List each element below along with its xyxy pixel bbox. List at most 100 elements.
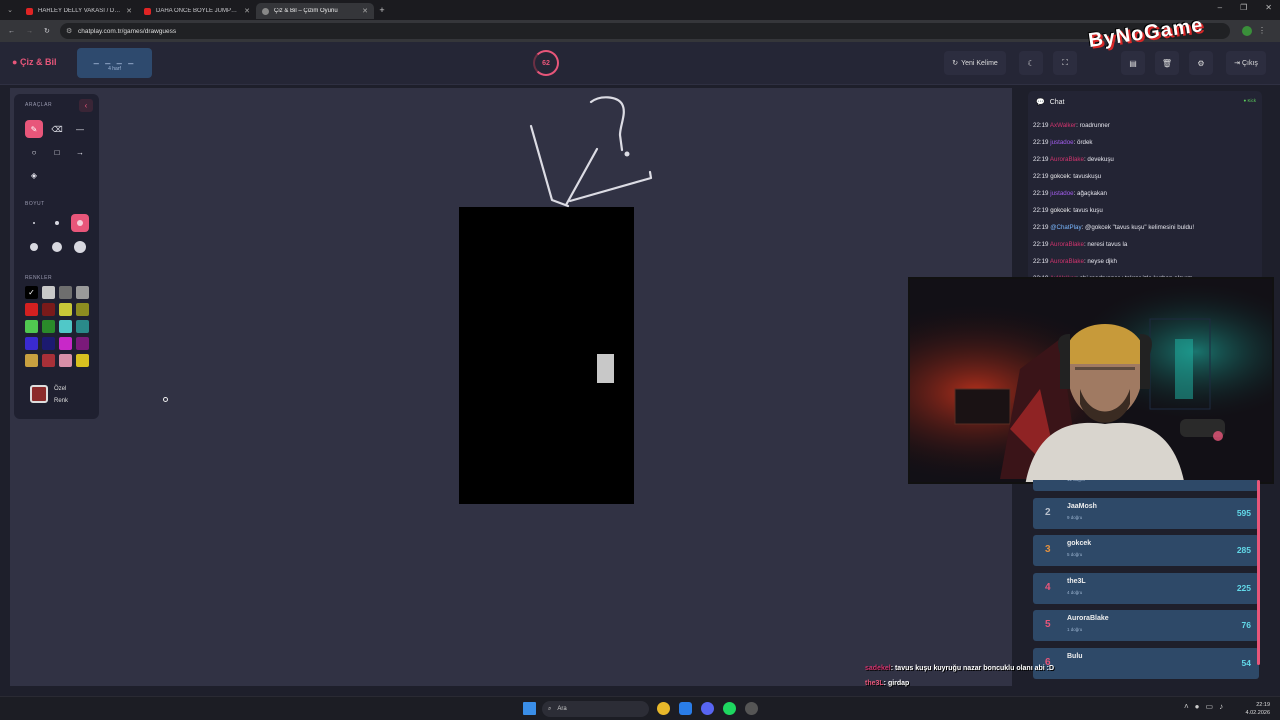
size-option-2[interactable] bbox=[48, 214, 66, 232]
size-option-1[interactable] bbox=[25, 214, 43, 232]
message-time: 22:19 bbox=[1033, 190, 1051, 197]
color-swatch[interactable] bbox=[42, 354, 55, 367]
message-user[interactable]: AuroraBlake bbox=[1050, 241, 1084, 248]
collapse-panel-button[interactable]: ‹ bbox=[79, 99, 93, 112]
tools-panel: ARAÇLAR ‹ ✎ ⌫ — ○ □ → ◈ BOYUT RENKLER ✓ … bbox=[14, 94, 99, 419]
color-swatch[interactable] bbox=[42, 286, 55, 299]
score-rank: 5 bbox=[1045, 619, 1051, 630]
size-section-title: BOYUT bbox=[25, 201, 45, 207]
overlay-chat-text: : tavus kuşu kuyruğu nazar boncuklu olan… bbox=[890, 665, 1055, 672]
pen-tool[interactable]: ✎ bbox=[25, 120, 43, 138]
stream-chat-overlay: sadekel: tavus kuşu kuyruğu nazar boncuk… bbox=[865, 661, 1054, 691]
scoreboard: 112 doğru841 2 JaaMosh 9 doğru 595 3 gokcek 5 d… bbox=[1030, 480, 1263, 680]
score-row: 6 Bulu 54 bbox=[1033, 647, 1259, 679]
fill-tool[interactable]: ◈ bbox=[25, 166, 43, 184]
size-option-5[interactable] bbox=[48, 238, 66, 256]
color-swatch[interactable] bbox=[76, 320, 89, 333]
start-icon[interactable] bbox=[523, 702, 536, 715]
size-option-6[interactable] bbox=[71, 238, 89, 256]
color-swatch[interactable] bbox=[42, 320, 55, 333]
obs-icon[interactable] bbox=[745, 702, 758, 715]
color-swatch[interactable] bbox=[59, 303, 72, 316]
system-tray[interactable]: ˄●▭♪ bbox=[1184, 702, 1229, 711]
color-swatch[interactable] bbox=[42, 303, 55, 316]
custom-color-label-2: Renk bbox=[54, 398, 69, 404]
color-swatch[interactable] bbox=[25, 337, 38, 350]
size-option-4[interactable] bbox=[25, 238, 43, 256]
color-swatch[interactable] bbox=[59, 286, 72, 299]
discord-icon[interactable] bbox=[701, 702, 714, 715]
volume-icon: ♪ bbox=[1219, 702, 1230, 711]
color-swatch[interactable] bbox=[25, 354, 38, 367]
rectangle-tool[interactable]: □ bbox=[48, 143, 66, 161]
size-option-3[interactable] bbox=[71, 214, 89, 232]
arrow-tool[interactable]: → bbox=[71, 143, 89, 161]
arrow-right-icon: → bbox=[76, 147, 84, 157]
message-user[interactable]: justadoe bbox=[1050, 139, 1073, 146]
color-swatch[interactable] bbox=[59, 337, 72, 350]
custom-color-label[interactable]: Özel Renk bbox=[54, 383, 68, 407]
arrow-stroke bbox=[529, 124, 570, 208]
message-user[interactable]: AuroraBlake bbox=[1050, 156, 1084, 163]
message-user[interactable]: AuroraBlake bbox=[1050, 258, 1084, 265]
chrome-icon[interactable] bbox=[657, 702, 670, 715]
circle-tool[interactable]: ○ bbox=[25, 143, 43, 161]
message-time: 22:19 bbox=[1033, 258, 1050, 265]
message-user[interactable]: @ChatPlay bbox=[1050, 224, 1081, 231]
pen-icon: ✎ bbox=[30, 124, 38, 134]
overlay-chat-line: the3L: girdap bbox=[865, 676, 1054, 691]
kick-status: ● Kick bbox=[1243, 98, 1256, 103]
score-correct-count: 1 doğru bbox=[1067, 627, 1083, 632]
score-points: 76 bbox=[1241, 620, 1251, 630]
message-text: : neyse djkh bbox=[1083, 258, 1117, 265]
question-mark-dot bbox=[624, 151, 630, 157]
color-swatch[interactable]: ✓ bbox=[25, 286, 38, 299]
mic-icon: ● bbox=[1194, 702, 1206, 711]
message-text: : tavuskuşu bbox=[1069, 173, 1102, 180]
paint-bucket-icon: ◈ bbox=[30, 170, 38, 180]
line-tool[interactable]: — bbox=[71, 120, 89, 138]
message-user[interactable]: AxWalker bbox=[1050, 122, 1076, 129]
message-time: 22:19 bbox=[1033, 207, 1051, 214]
score-player-name: AuroraBlake bbox=[1067, 615, 1109, 622]
chat-panel: 💬 Chat ● Kick 22:19 AxWalker: roadrunner… bbox=[1028, 91, 1262, 281]
color-swatch[interactable] bbox=[25, 320, 38, 333]
color-swatch[interactable] bbox=[76, 337, 89, 350]
line-icon: — bbox=[76, 124, 84, 134]
message-user[interactable]: justadoe bbox=[1050, 190, 1073, 197]
overlay-chat-user: sadekel bbox=[865, 665, 891, 672]
chat-header: 💬 Chat bbox=[1028, 91, 1262, 113]
color-swatch[interactable] bbox=[25, 303, 38, 316]
color-swatch[interactable] bbox=[42, 337, 55, 350]
custom-color-swatch[interactable] bbox=[30, 385, 48, 403]
message-user[interactable]: gokcek bbox=[1050, 173, 1070, 180]
color-swatch[interactable] bbox=[76, 286, 89, 299]
color-swatch[interactable] bbox=[59, 320, 72, 333]
message-time: 22:19 bbox=[1033, 139, 1051, 146]
message-time: 22:19 bbox=[1033, 241, 1050, 248]
taskbar-clock[interactable]: 22:19 4.02.2026 bbox=[1246, 701, 1270, 717]
color-swatch[interactable] bbox=[59, 354, 72, 367]
score-row: 3 gokcek 5 doğru 285 bbox=[1033, 535, 1259, 566]
score-rank: 4 bbox=[1045, 581, 1051, 593]
chat-message: 22:19 AuroraBlake: neresi tavus la bbox=[1033, 236, 1259, 253]
tools-section-title: ARAÇLAR bbox=[25, 102, 53, 108]
score-player-name: the3L bbox=[1067, 577, 1086, 585]
overlay-chat-user: the3L bbox=[865, 680, 884, 687]
eraser-tool[interactable]: ⌫ bbox=[48, 120, 66, 138]
custom-color-label-1: Özel bbox=[54, 386, 67, 392]
taskbar-search[interactable]: ⌕ Ara bbox=[542, 701, 649, 717]
score-row: 112 doğru841 bbox=[1033, 480, 1259, 491]
vscode-icon[interactable] bbox=[679, 702, 692, 715]
message-text: : ördek bbox=[1073, 139, 1093, 146]
message-user[interactable]: gokcek bbox=[1050, 207, 1070, 214]
chat-title: Chat bbox=[1049, 98, 1065, 106]
spotify-icon[interactable] bbox=[723, 702, 736, 715]
score-correct-count: 5 doğru bbox=[1067, 552, 1083, 557]
scoreboard-scrollbar[interactable] bbox=[1257, 480, 1260, 665]
chat-message: 22:19 AuroraBlake: devekuşu bbox=[1033, 151, 1259, 168]
chat-message: 22:19 @ChatPlay: @gokcek "tavus kuşu" ke… bbox=[1033, 219, 1259, 236]
color-swatch[interactable] bbox=[76, 303, 89, 316]
color-swatch[interactable] bbox=[76, 354, 89, 367]
score-rank: 2 bbox=[1045, 506, 1051, 518]
